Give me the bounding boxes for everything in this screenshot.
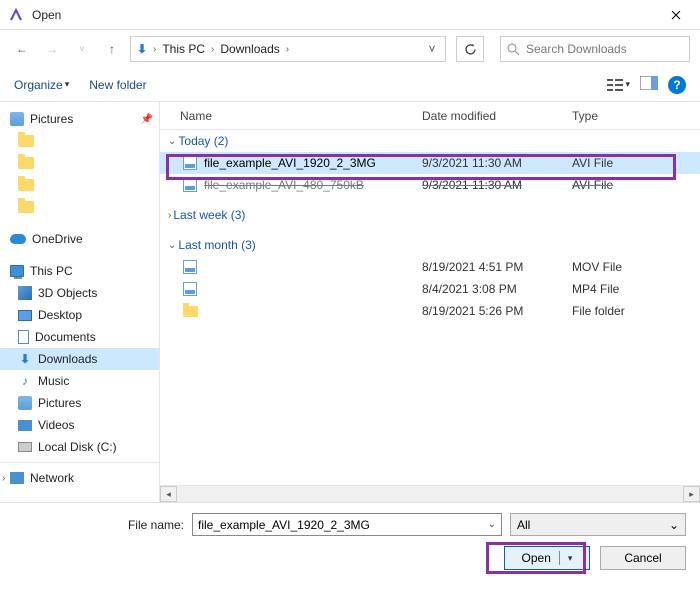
- onedrive-icon: [10, 234, 26, 244]
- new-folder-button[interactable]: New folder: [89, 78, 146, 92]
- file-row[interactable]: 8/19/2021 4:51 PM MOV File: [160, 256, 700, 278]
- chevron-down-icon[interactable]: ▾: [568, 553, 573, 564]
- file-row[interactable]: 8/4/2021 3:08 PM MP4 File: [160, 278, 700, 300]
- sidebar-item-videos[interactable]: Videos: [0, 414, 159, 436]
- address-dropdown[interactable]: ˅: [423, 42, 441, 56]
- folder-icon: [18, 157, 34, 169]
- pin-icon: 📌: [141, 114, 153, 125]
- sidebar-item-documents[interactable]: Documents: [0, 326, 159, 348]
- recent-dropdown[interactable]: ˅: [70, 37, 94, 61]
- scroll-right-button[interactable]: ▸: [683, 486, 700, 502]
- sidebar-item-music[interactable]: ♪Music: [0, 370, 159, 392]
- folder-icon: [18, 135, 34, 147]
- sidebar-quick-folder[interactable]: [0, 152, 159, 174]
- preview-pane-button[interactable]: [640, 76, 658, 93]
- chevron-right-icon: ›: [168, 210, 171, 221]
- chevron-down-icon: ⌄: [168, 136, 176, 147]
- filename-label: File name:: [14, 518, 184, 532]
- sidebar-quick-folder[interactable]: [0, 196, 159, 218]
- back-button[interactable]: ←: [10, 37, 34, 61]
- view-options-button[interactable]: ▾: [607, 78, 630, 92]
- downloads-icon: ⬇: [18, 352, 32, 366]
- chevron-down-icon: ▾: [65, 79, 70, 90]
- toolbar: Organize ▾ New folder ▾ ?: [0, 68, 700, 102]
- titlebar: Open: [0, 0, 700, 30]
- chevron-down-icon: ⌄: [168, 240, 176, 251]
- horizontal-scrollbar[interactable]: ◂ ▸: [160, 485, 700, 502]
- file-row[interactable]: file_example_AVI_1920_2_3MG 9/3/2021 11:…: [160, 152, 700, 174]
- downloads-icon: ⬇: [135, 42, 149, 56]
- sidebar-item-3dobjects[interactable]: 3D Objects: [0, 282, 159, 304]
- desktop-icon: [18, 310, 32, 321]
- search-icon: [507, 43, 520, 56]
- folder-icon: [18, 179, 34, 191]
- app-icon: [8, 7, 24, 23]
- sidebar-item-downloads[interactable]: ⬇Downloads: [0, 348, 159, 370]
- chevron-right-icon: ›: [153, 44, 156, 55]
- column-type[interactable]: Type: [572, 109, 700, 123]
- organize-menu[interactable]: Organize ▾: [14, 78, 69, 92]
- group-today[interactable]: ⌄Today (2): [160, 130, 700, 152]
- folder-icon: [18, 201, 34, 213]
- column-date[interactable]: Date modified: [422, 109, 572, 123]
- pictures-icon: [10, 112, 24, 126]
- folder-icon: [182, 303, 198, 319]
- close-button[interactable]: [653, 1, 698, 29]
- network-icon: [10, 472, 24, 484]
- window-title: Open: [32, 8, 653, 22]
- breadcrumb-downloads[interactable]: Downloads: [218, 42, 281, 56]
- filename-input[interactable]: file_example_AVI_1920_2_3MG ⌄: [192, 513, 502, 536]
- sidebar-item-pictures-quick[interactable]: Pictures 📌: [0, 108, 159, 130]
- file-type-filter[interactable]: All ⌄: [510, 513, 686, 536]
- sidebar-quick-folder[interactable]: [0, 130, 159, 152]
- disk-icon: [18, 442, 32, 452]
- navbar: ← → ˅ ↑ ⬇ › This PC › Downloads › ˅ Sear…: [0, 30, 700, 68]
- chevron-right-icon: ›: [286, 44, 289, 55]
- group-lastweek[interactable]: ›Last week (3): [160, 204, 700, 226]
- file-icon: [182, 259, 198, 275]
- sidebar-item-network[interactable]: › Network: [0, 467, 159, 489]
- sidebar-item-pictures[interactable]: Pictures: [0, 392, 159, 414]
- file-icon: [182, 177, 198, 193]
- search-input[interactable]: Search Downloads: [500, 36, 690, 62]
- dialog-footer: File name: file_example_AVI_1920_2_3MG ⌄…: [0, 502, 700, 584]
- thispc-icon: [10, 265, 24, 277]
- sidebar-quick-folder[interactable]: [0, 174, 159, 196]
- up-button[interactable]: ↑: [100, 37, 124, 61]
- objects3d-icon: [18, 286, 32, 300]
- column-headers: Name Date modified Type: [160, 102, 700, 130]
- sidebar: Pictures 📌 OneDrive This PC 3D Objects D…: [0, 102, 160, 502]
- music-icon: ♪: [18, 374, 32, 388]
- file-row[interactable]: file_example_AVI_480_750kB 9/3/2021 11:3…: [160, 174, 700, 196]
- forward-button[interactable]: →: [40, 37, 64, 61]
- chevron-right-icon[interactable]: ›: [2, 473, 5, 484]
- file-icon: [182, 281, 198, 297]
- group-lastmonth[interactable]: ⌄Last month (3): [160, 234, 700, 256]
- address-bar[interactable]: ⬇ › This PC › Downloads › ˅: [130, 36, 446, 62]
- scroll-left-button[interactable]: ◂: [160, 486, 177, 502]
- search-placeholder: Search Downloads: [526, 42, 627, 56]
- file-icon: [182, 155, 198, 171]
- file-row[interactable]: 8/19/2021 5:26 PM File folder: [160, 300, 700, 322]
- videos-icon: [18, 420, 32, 431]
- refresh-button[interactable]: [456, 36, 484, 62]
- breadcrumb-thispc[interactable]: This PC: [160, 42, 207, 56]
- chevron-right-icon: ›: [211, 44, 214, 55]
- sidebar-item-desktop[interactable]: Desktop: [0, 304, 159, 326]
- chevron-down-icon: ⌄: [669, 518, 679, 532]
- chevron-down-icon[interactable]: ⌄: [488, 519, 496, 530]
- help-button[interactable]: ?: [668, 76, 686, 94]
- cancel-button[interactable]: Cancel: [600, 546, 686, 570]
- sidebar-item-onedrive[interactable]: OneDrive: [0, 228, 159, 250]
- pictures-icon: [18, 396, 32, 410]
- documents-icon: [18, 330, 29, 344]
- sidebar-item-thispc[interactable]: This PC: [0, 260, 159, 282]
- chevron-down-icon: ▾: [625, 79, 630, 90]
- open-button[interactable]: Open▾: [504, 546, 590, 570]
- column-name[interactable]: Name: [160, 109, 422, 123]
- sidebar-item-localdisk[interactable]: Local Disk (C:): [0, 436, 159, 458]
- file-list: Name Date modified Type ⌄Today (2) file_…: [160, 102, 700, 502]
